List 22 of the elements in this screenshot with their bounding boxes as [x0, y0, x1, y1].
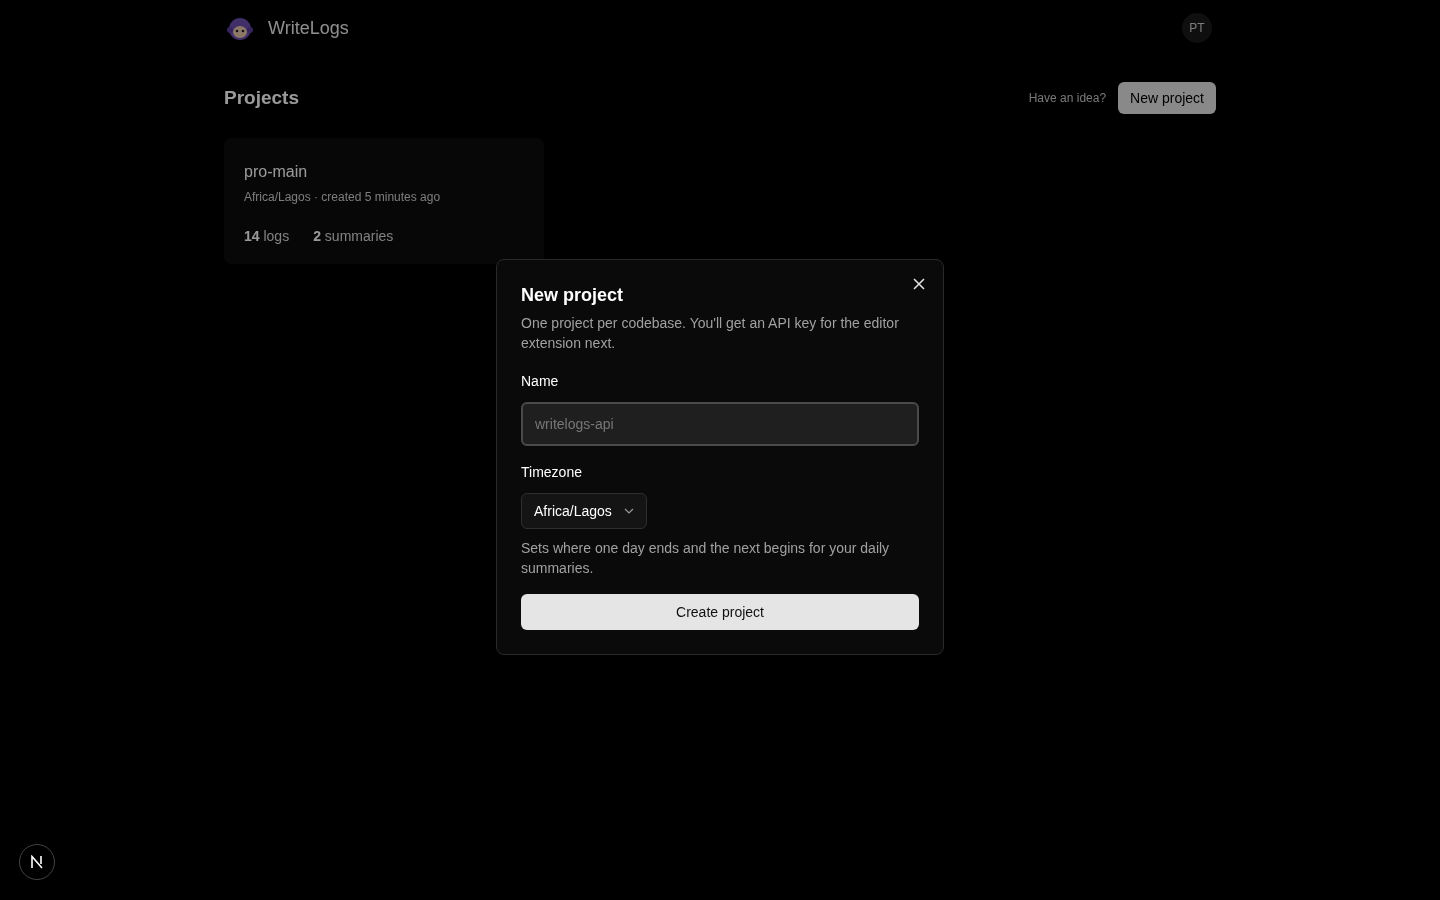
n-logo-icon: [30, 855, 44, 869]
chevron-down-icon: [623, 508, 634, 514]
user-avatar[interactable]: PT: [1182, 13, 1212, 43]
dialog-description: One project per codebase. You'll get an API key for the editor extension next.: [521, 314, 900, 353]
create-project-button[interactable]: Create project: [521, 594, 919, 630]
name-field[interactable]: writelogs-api: [521, 402, 919, 446]
dialog-title: New project: [521, 284, 625, 307]
close-icon[interactable]: [913, 278, 925, 290]
timezone-select[interactable]: Africa/Lagos: [521, 493, 647, 529]
new-project-button[interactable]: New project: [1118, 82, 1216, 114]
timezone-label: Timezone: [521, 463, 583, 482]
idea-link[interactable]: Have an idea?: [1028, 89, 1107, 107]
dev-tools-button[interactable]: [19, 844, 55, 880]
project-name: pro-main: [244, 162, 309, 182]
brand-name[interactable]: WriteLogs: [268, 14, 349, 42]
name-label: Name: [521, 372, 560, 391]
project-card[interactable]: pro-main Africa/Lagos · created 5 minutes ago 14 logs 2 summaries: [224, 138, 544, 264]
project-stat: 14 logs: [244, 227, 290, 246]
timezone-hint: Sets where one day ends and the next begins for your daily summaries.: [521, 539, 891, 578]
project-stat: 2 summaries: [313, 227, 394, 246]
page-title: Projects: [224, 85, 299, 110]
project-meta: Africa/Lagos · created 5 minutes ago: [244, 189, 442, 206]
